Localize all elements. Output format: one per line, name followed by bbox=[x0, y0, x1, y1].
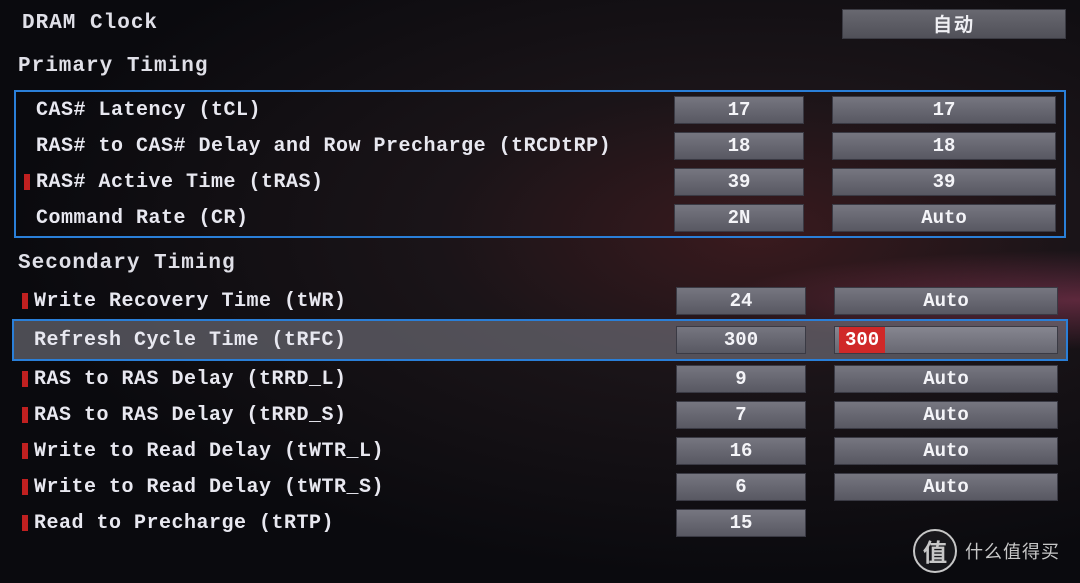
timing-current-value: 15 bbox=[676, 509, 806, 537]
timing-set-value[interactable]: 300 bbox=[834, 326, 1058, 354]
timing-current-value: 24 bbox=[676, 287, 806, 315]
timing-label: RAS# Active Time (tRAS) bbox=[36, 171, 674, 194]
timing-row[interactable]: Command Rate (CR) 2N Auto bbox=[16, 200, 1064, 236]
timing-current-value: 300 bbox=[676, 326, 806, 354]
timing-set-value[interactable]: 17 bbox=[832, 96, 1056, 124]
timing-row[interactable]: Read to Precharge (tRTP) 15 bbox=[14, 505, 1066, 541]
timing-current-value: 7 bbox=[676, 401, 806, 429]
timing-set-value[interactable]: Auto bbox=[834, 473, 1058, 501]
timing-label: Read to Precharge (tRTP) bbox=[34, 512, 676, 535]
timing-current-value: 6 bbox=[676, 473, 806, 501]
timing-row[interactable]: RAS# Active Time (tRAS) 39 39 bbox=[16, 164, 1064, 200]
timing-row[interactable]: Write to Read Delay (tWTR_S) 6 Auto bbox=[14, 469, 1066, 505]
timing-current-value: 16 bbox=[676, 437, 806, 465]
watermark-badge-icon: 值 bbox=[913, 529, 957, 573]
timing-set-value[interactable]: 18 bbox=[832, 132, 1056, 160]
timing-label: RAS# to CAS# Delay and Row Precharge (tR… bbox=[36, 135, 674, 158]
timing-label: Refresh Cycle Time (tRFC) bbox=[34, 329, 676, 352]
dram-clock-label: DRAM Clock bbox=[18, 4, 162, 43]
timing-label: Command Rate (CR) bbox=[36, 207, 674, 230]
timing-current-value: 9 bbox=[676, 365, 806, 393]
watermark: 值 什么值得买 bbox=[913, 529, 1060, 573]
timing-current-value: 18 bbox=[674, 132, 804, 160]
timing-row[interactable]: Write to Read Delay (tWTR_L) 16 Auto bbox=[14, 433, 1066, 469]
timing-set-value[interactable]: Auto bbox=[834, 437, 1058, 465]
timing-row-selected[interactable]: Refresh Cycle Time (tRFC) 300 300 bbox=[12, 319, 1068, 361]
timing-label: RAS to RAS Delay (tRRD_L) bbox=[34, 368, 676, 391]
timing-set-value[interactable]: 39 bbox=[832, 168, 1056, 196]
dram-clock-auto-button[interactable]: 自动 bbox=[842, 9, 1066, 39]
timing-current-value: 17 bbox=[674, 96, 804, 124]
primary-timing-title: Primary Timing bbox=[14, 47, 1066, 86]
primary-timing-group: CAS# Latency (tCL) 17 17 RAS# to CAS# De… bbox=[14, 90, 1066, 238]
timing-row[interactable]: RAS# to CAS# Delay and Row Precharge (tR… bbox=[16, 128, 1064, 164]
timing-label: Write to Read Delay (tWTR_S) bbox=[34, 476, 676, 499]
timing-set-value[interactable]: Auto bbox=[832, 204, 1056, 232]
timing-edited-value: 300 bbox=[839, 327, 885, 353]
timing-set-value[interactable]: Auto bbox=[834, 401, 1058, 429]
timing-label: CAS# Latency (tCL) bbox=[36, 99, 674, 122]
timing-row[interactable]: RAS to RAS Delay (tRRD_L) 9 Auto bbox=[14, 361, 1066, 397]
timing-row[interactable]: CAS# Latency (tCL) 17 17 bbox=[16, 92, 1064, 128]
timing-set-value[interactable]: Auto bbox=[834, 365, 1058, 393]
timing-row[interactable]: Write Recovery Time (tWR) 24 Auto bbox=[14, 283, 1066, 319]
secondary-timing-title: Secondary Timing bbox=[14, 244, 1066, 283]
timing-label: RAS to RAS Delay (tRRD_S) bbox=[34, 404, 676, 427]
timing-row[interactable]: RAS to RAS Delay (tRRD_S) 7 Auto bbox=[14, 397, 1066, 433]
timing-current-value: 39 bbox=[674, 168, 804, 196]
timing-set-value[interactable]: Auto bbox=[834, 287, 1058, 315]
watermark-text: 什么值得买 bbox=[965, 538, 1060, 564]
timing-current-value: 2N bbox=[674, 204, 804, 232]
timing-label: Write to Read Delay (tWTR_L) bbox=[34, 440, 676, 463]
timing-label: Write Recovery Time (tWR) bbox=[34, 290, 676, 313]
